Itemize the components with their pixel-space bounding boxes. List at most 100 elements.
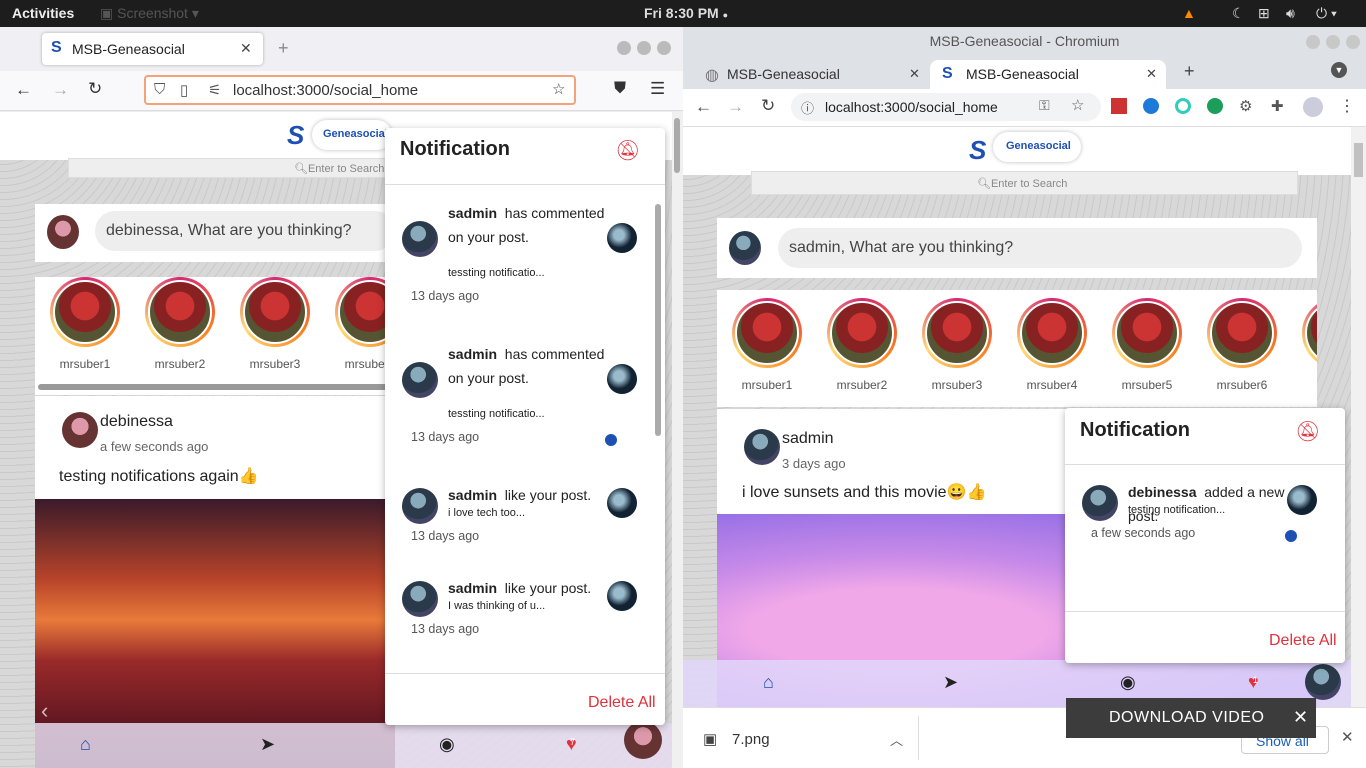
post-author[interactable]: debinessa [100,413,173,431]
hamburger-menu-icon[interactable]: ☰ [650,79,665,99]
new-tab-button[interactable]: + [1184,61,1195,82]
forward-arrow-icon[interactable]: → [727,97,744,117]
delete-all-button[interactable]: Delete All [588,694,656,712]
notifier-avatar [402,581,438,617]
explore-icon[interactable]: ◉ [439,734,455,755]
story-avatar[interactable] [1017,298,1087,368]
notification-item[interactable]: sadmin has commented on your post. tessti… [385,342,655,452]
extension-icon[interactable] [1175,98,1191,114]
home-icon[interactable]: ⌂ [80,734,91,755]
notification-item[interactable]: sadmin like your post. I was thinking of … [385,576,655,686]
story-label: mrsuber2 [836,378,888,392]
bookmark-star-icon[interactable]: ☆ [552,80,565,98]
profile-icon[interactable] [1303,97,1323,117]
send-icon[interactable]: ➤ [260,734,275,755]
close-window-button[interactable] [1346,35,1360,49]
divider [1065,611,1345,612]
tab-search-icon[interactable]: ▼ [1331,62,1347,78]
story-avatar[interactable] [145,277,215,347]
extension-icon[interactable]: ⚙ [1239,97,1252,115]
page-scrollbar[interactable] [1351,127,1366,707]
reload-icon[interactable]: ↻ [761,96,775,116]
story-avatar[interactable] [732,298,802,368]
network-icon[interactable]: ⊞ [1258,5,1270,22]
browser-tab[interactable]: S MSB-Geneasocial ✕ [42,33,263,65]
firefox-tab-bar: S MSB-Geneasocial ✕ + [0,27,683,71]
story-avatar[interactable] [1207,298,1277,368]
url-bar[interactable]: ⛉ ▯ ⚟ localhost:3000/social_home ☆ [144,75,576,105]
vlc-icon[interactable]: ▲ [1182,5,1196,21]
story-avatar[interactable] [240,277,310,347]
close-tab-icon[interactable]: ✕ [909,66,920,82]
forward-arrow-icon[interactable]: → [52,80,69,100]
browser-tab[interactable]: ◍ MSB-Geneasocial ✕ [693,60,928,89]
story-avatar[interactable] [50,277,120,347]
back-arrow-icon[interactable]: ← [695,97,712,117]
browser-tab-active[interactable]: S MSB-Geneasocial ✕ [930,60,1166,89]
pocket-icon[interactable]: ⛊ [614,80,626,98]
story-avatar[interactable] [827,298,897,368]
geneasocial-logo-icon[interactable]: S [969,135,986,166]
page-scrollbar[interactable] [672,112,683,768]
notification-item[interactable]: sadmin has commented on your post. tessti… [385,201,655,311]
close-icon[interactable]: ✕ [1293,707,1308,728]
activities-button[interactable]: Activities [12,5,74,21]
key-icon[interactable]: ⚿ [1039,97,1050,114]
composer-input[interactable]: debinessa, What are you thinking? [95,211,395,251]
notification-item[interactable]: debinessa added a new post. testing notif… [1065,480,1335,590]
composer-card: debinessa, What are you thinking? [35,204,395,262]
delete-all-button[interactable]: Delete All [1269,632,1337,650]
stories-scrollbar[interactable] [38,384,393,390]
volume-icon[interactable]: 🔊︎ [1286,5,1295,22]
minimize-button[interactable] [1306,35,1320,49]
window-title: MSB-Geneasocial - Chromium [929,33,1120,49]
bookmark-star-icon[interactable]: ☆ [1071,96,1084,114]
search-input[interactable]: 🔍︎Enter to Search [68,158,398,178]
chromium-window: MSB-Geneasocial - Chromium ◍ MSB-Geneaso… [683,27,1366,768]
close-tab-icon[interactable]: ✕ [240,40,252,57]
maximize-button[interactable] [1326,35,1340,49]
download-video-overlay[interactable]: DOWNLOAD VIDEO ✕ [1066,698,1316,738]
bell-off-icon[interactable]: 🔕︎ [1295,419,1320,444]
download-filename[interactable]: 7.png [732,731,770,748]
close-tab-icon[interactable]: ✕ [1146,66,1157,82]
brand-name[interactable]: Geneasocial [993,132,1081,162]
app-menu[interactable]: ▣ Screenshot ▾ [100,5,199,22]
close-shelf-icon[interactable]: ✕ [1341,728,1354,746]
brand-name[interactable]: Geneasocial [312,120,392,150]
divider [1065,464,1345,465]
profile-avatar[interactable] [624,721,662,759]
profile-avatar[interactable] [1305,664,1341,700]
search-input[interactable]: 🔍︎Enter to Search [751,171,1298,195]
geneasocial-logo-icon[interactable]: S [287,120,304,151]
night-light-icon[interactable]: ☾ [1232,5,1245,22]
url-text: localhost:3000/social_home [825,99,998,115]
divider [918,716,919,760]
send-icon[interactable]: ➤ [943,672,958,693]
prev-arrow-icon[interactable]: ‹ [41,698,48,724]
notification-scrollbar[interactable] [655,204,661,436]
composer-input[interactable]: sadmin, What are you thinking? [778,228,1302,268]
maximize-button[interactable] [637,41,651,55]
story-avatar[interactable] [922,298,992,368]
explore-icon[interactable]: ◉ [1120,672,1136,693]
bell-off-icon[interactable]: 🔕︎ [615,138,640,163]
post-author[interactable]: sadmin [782,430,834,448]
back-arrow-icon[interactable]: ← [15,80,32,100]
close-window-button[interactable] [657,41,671,55]
power-icon[interactable]: ⏻ ▾ [1316,5,1337,22]
extension-icon[interactable] [1111,98,1127,114]
clock[interactable]: Fri 8:30 PM ● [644,5,728,21]
story-avatar[interactable] [1112,298,1182,368]
url-bar[interactable]: ⓘ localhost:3000/social_home ⚿ ☆ [791,93,1101,121]
grammarly-icon[interactable] [1207,98,1223,114]
minimize-button[interactable] [617,41,631,55]
puzzle-icon[interactable]: ✚ [1271,97,1284,115]
reload-icon[interactable]: ↻ [88,79,102,99]
home-icon[interactable]: ⌂ [763,672,774,693]
extension-icon[interactable] [1143,98,1159,114]
story-avatar[interactable] [1302,298,1317,368]
new-tab-button[interactable]: + [278,38,289,59]
chevron-up-icon[interactable]: ︿ [890,730,903,749]
kebab-menu-icon[interactable]: ⋮ [1339,96,1355,116]
